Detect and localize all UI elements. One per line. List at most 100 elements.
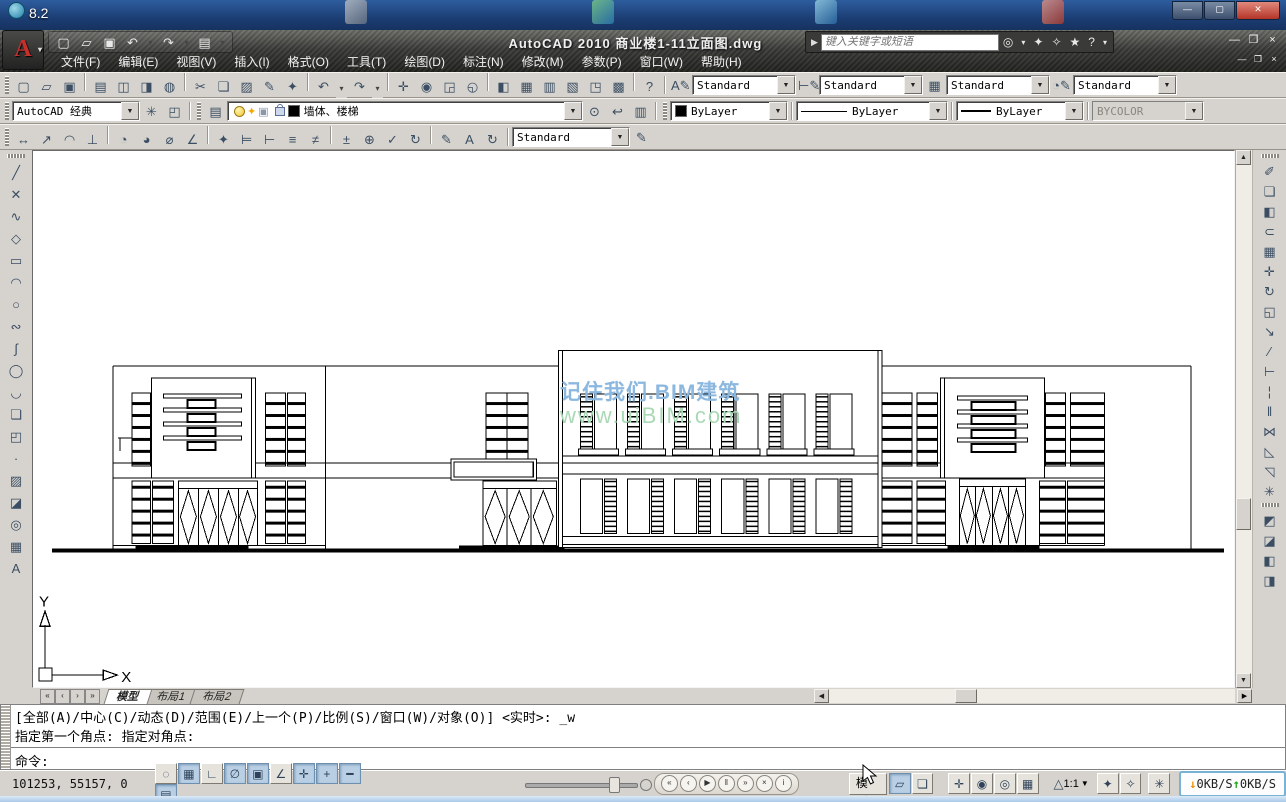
desktop-icon[interactable] bbox=[815, 0, 837, 24]
chevron-down-icon[interactable]: ▼ bbox=[121, 102, 139, 120]
last-tab-icon[interactable]: » bbox=[85, 689, 100, 704]
zoom-window-icon[interactable]: ◲ bbox=[439, 76, 460, 96]
make-object-layer-current-icon[interactable]: ⊙ bbox=[584, 101, 605, 121]
menu-modify[interactable]: 修改(M) bbox=[513, 52, 573, 71]
jogged-icon[interactable]: ◕ bbox=[136, 129, 157, 149]
minimize-icon[interactable]: — bbox=[1172, 1, 1203, 20]
ortho-toggle[interactable]: ∟ bbox=[201, 763, 223, 784]
send-to-back-icon[interactable]: ◪ bbox=[1259, 530, 1280, 550]
insert-block-icon[interactable]: ❏ bbox=[6, 404, 27, 424]
dimension-edit-icon[interactable]: ✎ bbox=[436, 129, 457, 149]
zoom-realtime-icon[interactable]: ◉ bbox=[416, 76, 437, 96]
go-previous-icon[interactable]: ‹ bbox=[680, 775, 697, 792]
redo-dropdown-icon[interactable]: ▾ bbox=[372, 78, 383, 98]
copy-object-icon[interactable]: ❏ bbox=[1259, 181, 1280, 201]
drawing-canvas[interactable]: Y X 记住我们.BIM建筑 www.uiBIM.com bbox=[32, 150, 1235, 688]
move-icon[interactable]: ✛ bbox=[1259, 261, 1280, 281]
scroll-right-icon[interactable]: ▶ bbox=[1237, 689, 1252, 703]
help-icon[interactable]: ? bbox=[639, 76, 660, 96]
dimension-space-icon[interactable]: ≡ bbox=[282, 129, 303, 149]
chamfer-icon[interactable]: ◺ bbox=[1259, 441, 1280, 461]
region-icon[interactable]: ◎ bbox=[6, 514, 27, 534]
desktop-app-icon[interactable] bbox=[8, 2, 25, 19]
chevron-down-icon[interactable]: ▼ bbox=[611, 128, 629, 146]
3ddwf-icon[interactable]: ◍ bbox=[159, 76, 180, 96]
dimension-break-icon[interactable]: ≠ bbox=[305, 129, 326, 149]
layer-states-icon[interactable]: ▥ bbox=[630, 101, 651, 121]
chevron-down-icon[interactable]: ▼ bbox=[769, 102, 787, 120]
annotation-scale-control[interactable]: △ 1:1 ▼ bbox=[1054, 774, 1089, 794]
workspace-settings-icon[interactable]: ✳ bbox=[141, 101, 162, 121]
layer-dropdown[interactable]: ✦ ▣ 墙体、楼梯 ▼ bbox=[227, 101, 583, 121]
menu-help[interactable]: 帮助(H) bbox=[692, 52, 751, 71]
osnap-toggle[interactable]: ▣ bbox=[247, 763, 269, 784]
scroll-left-icon[interactable]: ◀ bbox=[814, 689, 829, 703]
horizontal-scrollbar[interactable]: ◀ bbox=[828, 689, 1235, 703]
next-tab-icon[interactable]: › bbox=[70, 689, 85, 704]
toolbar-grip[interactable] bbox=[663, 102, 667, 120]
aligned-icon[interactable]: ↗ bbox=[36, 129, 57, 149]
chevron-down-icon[interactable]: ▼ bbox=[1031, 76, 1049, 94]
help-icon[interactable]: ? bbox=[1084, 35, 1099, 49]
diameter-icon[interactable]: ⌀ bbox=[159, 129, 180, 149]
inspect-icon[interactable]: ✓ bbox=[382, 129, 403, 149]
arc-length-icon[interactable]: ◠ bbox=[59, 129, 80, 149]
dimension-update-icon[interactable]: ↻ bbox=[405, 129, 426, 149]
rotate-icon[interactable]: ↻ bbox=[1259, 281, 1280, 301]
text-style-dropdown[interactable]: Standard ▼ bbox=[692, 75, 796, 95]
restore-icon[interactable]: ❐ bbox=[1244, 34, 1263, 48]
fillet-icon[interactable]: ◹ bbox=[1259, 461, 1280, 481]
break-icon[interactable]: ‖ bbox=[1259, 401, 1280, 421]
menu-format[interactable]: 格式(O) bbox=[279, 52, 338, 71]
doc-restore-icon[interactable]: ❐ bbox=[1250, 54, 1266, 66]
infocenter-search-input[interactable] bbox=[821, 34, 999, 51]
angular-icon[interactable]: ∠ bbox=[182, 129, 203, 149]
ordinate-icon[interactable]: ⊥ bbox=[82, 129, 103, 149]
toolbar-grip[interactable] bbox=[1261, 154, 1279, 158]
dimension-style-dropdown[interactable]: Standard ▼ bbox=[512, 127, 630, 147]
baseline-icon[interactable]: ⊨ bbox=[236, 129, 257, 149]
quick-dimension-icon[interactable]: ✦ bbox=[213, 129, 234, 149]
menu-file[interactable]: 文件(F) bbox=[52, 52, 109, 71]
zoom-slider-thumb[interactable] bbox=[609, 777, 620, 793]
chevron-down-icon[interactable]: ▼ bbox=[904, 76, 922, 94]
open-icon[interactable]: ▱ bbox=[76, 32, 97, 52]
sheet-set-manager-icon[interactable]: ▧ bbox=[562, 76, 583, 96]
search-dropdown-icon[interactable]: ▾ bbox=[1017, 38, 1029, 47]
quickcalc-icon[interactable]: ▩ bbox=[608, 76, 629, 96]
doc-close-icon[interactable]: × bbox=[1266, 54, 1282, 66]
grid-toggle[interactable]: ▦ bbox=[178, 763, 200, 784]
toolbar-grip[interactable] bbox=[1261, 503, 1279, 507]
annotation-autoscale-icon[interactable]: ✧ bbox=[1120, 773, 1142, 794]
arc-icon[interactable]: ◠ bbox=[6, 272, 27, 292]
search-binoculars-icon[interactable]: ◎ bbox=[999, 35, 1017, 49]
command-window-grip[interactable] bbox=[1, 705, 11, 769]
steering-wheel-icon[interactable]: ◎ bbox=[994, 773, 1016, 794]
undo-dropdown-icon[interactable]: ▾ bbox=[336, 78, 347, 98]
dim-style-icon[interactable]: ⊢✎ bbox=[797, 75, 818, 95]
snap-toggle[interactable]: ◌ bbox=[155, 763, 177, 784]
save-icon[interactable]: ▣ bbox=[99, 32, 120, 52]
layer-color-swatch[interactable] bbox=[288, 105, 300, 117]
bring-above-objects-icon[interactable]: ◧ bbox=[1259, 550, 1280, 570]
close-icon[interactable]: ✕ bbox=[1236, 1, 1280, 20]
hatch-icon[interactable]: ▨ bbox=[6, 470, 27, 490]
desktop-icon[interactable] bbox=[1042, 0, 1064, 24]
trim-icon[interactable]: ∕ bbox=[1259, 341, 1280, 361]
revision-cloud-icon[interactable]: ∾ bbox=[6, 316, 27, 336]
ellipse-icon[interactable]: ◯ bbox=[6, 360, 27, 380]
toolbar-grip[interactable] bbox=[5, 102, 9, 120]
maximize-icon[interactable]: ▢ bbox=[1204, 1, 1235, 20]
toolbar-grip[interactable] bbox=[197, 102, 201, 120]
first-tab-icon[interactable]: « bbox=[40, 689, 55, 704]
lwt-toggle[interactable]: ━ bbox=[339, 763, 361, 784]
layout-icon[interactable]: ▱ bbox=[889, 773, 911, 794]
chevron-down-icon[interactable]: ▼ bbox=[1158, 76, 1176, 94]
toolbar-grip[interactable] bbox=[5, 128, 9, 146]
layer-properties-icon[interactable]: ▤ bbox=[205, 101, 226, 121]
text-style-icon[interactable]: A✎ bbox=[670, 75, 691, 95]
tab-模型[interactable]: 模型 bbox=[104, 689, 153, 704]
otrack-toggle[interactable]: ∠ bbox=[270, 763, 292, 784]
infocenter-expand-icon[interactable]: ▶ bbox=[808, 37, 821, 48]
pause-icon[interactable]: ‖ bbox=[718, 775, 735, 792]
